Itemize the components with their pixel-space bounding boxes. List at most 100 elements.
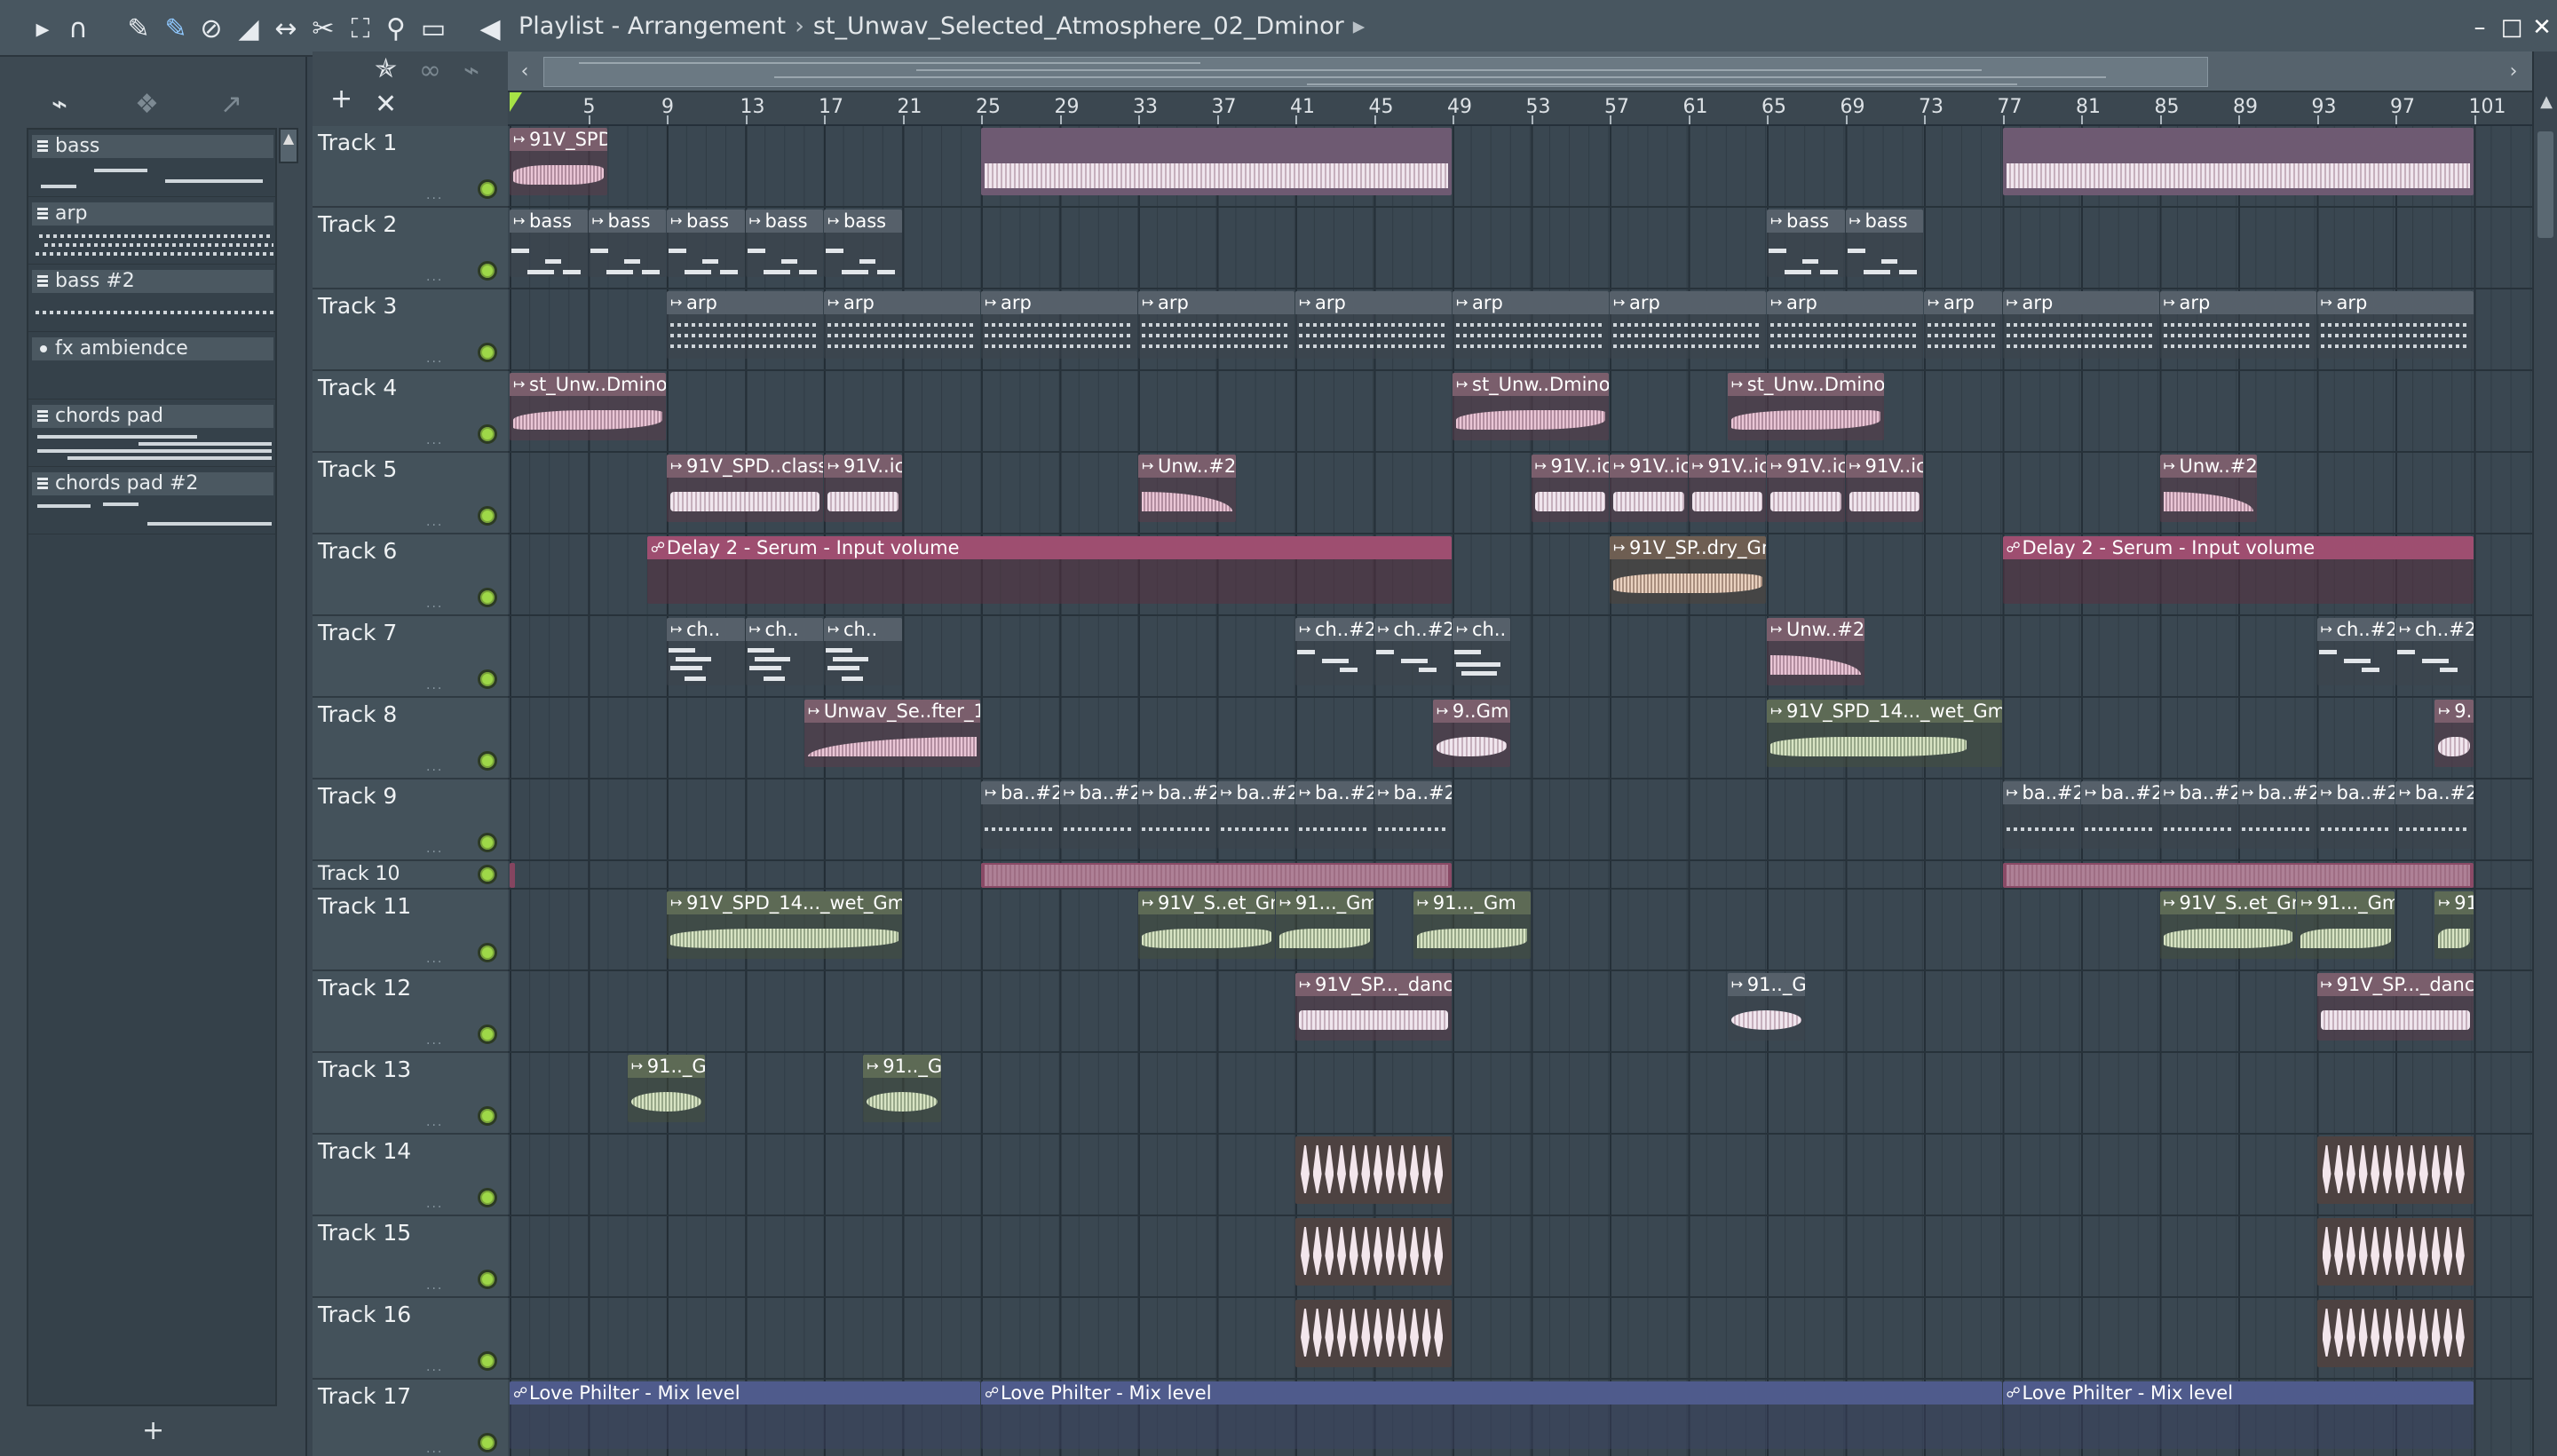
add-track-button[interactable]: +: [330, 83, 352, 115]
playlist-clip[interactable]: Unw..#2: [2159, 455, 2258, 522]
play-arrow-icon[interactable]: ▸: [27, 12, 59, 44]
drum-clip[interactable]: [1295, 1218, 1452, 1286]
track-header[interactable]: Track 5...: [313, 453, 508, 534]
track-mute-led[interactable]: [478, 261, 497, 281]
automation-clip[interactable]: Love Philter - Mix level: [981, 1381, 2002, 1449]
playlist-clip[interactable]: ch..#2: [2395, 618, 2474, 685]
paint-brush-icon[interactable]: ✎: [160, 12, 192, 44]
track-mute-led[interactable]: [478, 1188, 497, 1207]
playlist-clip[interactable]: 91V..ic: [1845, 455, 1923, 522]
playlist-clip[interactable]: ba..#2: [2081, 781, 2159, 849]
drum-clip[interactable]: [1295, 1300, 1452, 1367]
track-mute-led[interactable]: [478, 1106, 497, 1126]
link-icon[interactable]: ∞: [419, 55, 441, 86]
track-mute-led[interactable]: [478, 588, 497, 607]
track-header[interactable]: Track 15...: [313, 1216, 508, 1298]
playlist-clip[interactable]: 91.._G: [1727, 973, 1806, 1041]
playlist-clip[interactable]: ba..#2: [2395, 781, 2474, 849]
scroll-left-icon[interactable]: ‹: [511, 57, 538, 87]
drum-clip[interactable]: [2316, 1136, 2474, 1204]
track-mute-led[interactable]: [478, 669, 497, 689]
track-header[interactable]: Track 7...: [313, 616, 508, 698]
playlist-clip[interactable]: ch..: [745, 618, 823, 685]
scrollbar-thumb[interactable]: [2537, 131, 2553, 238]
playlist-clip[interactable]: arp: [1924, 291, 2002, 359]
playlist-clip[interactable]: bass: [824, 210, 902, 277]
delete-icon[interactable]: ⊘: [195, 12, 227, 44]
playlist-clip[interactable]: arp: [1610, 291, 1766, 359]
track-mute-led[interactable]: [478, 751, 497, 771]
magnet-icon[interactable]: ∩: [62, 12, 94, 44]
track-header[interactable]: Track 1...: [313, 126, 508, 208]
playlist-clip[interactable]: ba..#2: [981, 781, 1059, 849]
playlist-clip[interactable]: arp: [2316, 291, 2474, 359]
track-header[interactable]: Track 4...: [313, 371, 508, 453]
playlist-clip[interactable]: 91V..ic: [1767, 455, 1845, 522]
track-mute-led[interactable]: [478, 1270, 497, 1289]
playlist-clip[interactable]: ba..#2: [1138, 781, 1216, 849]
track-grip[interactable]: ...: [426, 1115, 443, 1129]
playlist-clip[interactable]: arp: [1295, 291, 1452, 359]
arrangement-grid[interactable]: 91V_SPD_..._wet_Gmbassbassbassbassbassba…: [508, 126, 2532, 1456]
scroll-up-icon[interactable]: ▲: [2537, 92, 2555, 111]
playlist-clip[interactable]: ch..: [667, 618, 745, 685]
drum-clip[interactable]: [2316, 1218, 2474, 1286]
playlist-clip[interactable]: 91V..ic: [1531, 455, 1609, 522]
playlist-clip[interactable]: arp: [1453, 291, 1609, 359]
track-header[interactable]: Track 8...: [313, 698, 508, 779]
playlist-clip[interactable]: bass: [667, 210, 745, 277]
playlist-clip[interactable]: 91V_SP..._dance: [2316, 973, 2474, 1041]
track-grip[interactable]: ...: [426, 270, 443, 284]
add-channel-button[interactable]: +: [142, 1415, 164, 1446]
zoom-icon[interactable]: ⚲: [380, 12, 412, 44]
marker-clip[interactable]: [510, 863, 515, 888]
playlist-clip[interactable]: ch..: [824, 618, 902, 685]
slice-icon[interactable]: ✂: [307, 12, 339, 44]
playback-icon[interactable]: ▭: [417, 12, 449, 44]
track-header[interactable]: Track 16...: [313, 1298, 508, 1380]
playlist-clip[interactable]: 91V..ic: [1688, 455, 1766, 522]
audio-clip[interactable]: [981, 863, 1452, 888]
playlist-clip[interactable]: st_Unw..Dminor: [1453, 373, 1609, 440]
audio-clip[interactable]: [2002, 128, 2474, 195]
track-grip[interactable]: ...: [426, 1278, 443, 1293]
track-mute-led[interactable]: [478, 833, 497, 852]
automation-clip[interactable]: Delay 2 - Serum - Input volume: [2002, 536, 2474, 604]
playlist-clip[interactable]: 91..._Gm: [2297, 891, 2395, 959]
track-header[interactable]: Track 10: [313, 861, 508, 890]
playlist-clip[interactable]: 91..._Gm: [1413, 891, 1531, 959]
playlist-clip[interactable]: 91.._G: [627, 1055, 706, 1122]
snap-icon[interactable]: ✯: [375, 53, 397, 84]
speaker-icon[interactable]: ◀: [474, 12, 506, 44]
track-header[interactable]: Track 11...: [313, 890, 508, 971]
piano-icon[interactable]: ⌁: [463, 55, 479, 86]
track-grip[interactable]: ...: [426, 952, 443, 966]
playlist-clip[interactable]: arp: [1767, 291, 1923, 359]
audio-clip-icon[interactable]: ❖: [135, 89, 170, 121]
playlist-clip[interactable]: arp: [667, 291, 823, 359]
automation-clip[interactable]: Love Philter - Mix level: [510, 1381, 980, 1449]
playlist-clip[interactable]: bass: [1767, 210, 1845, 277]
audio-clip[interactable]: [2002, 863, 2474, 888]
playlist-clip[interactable]: ba..#2: [1216, 781, 1294, 849]
track-header[interactable]: Track 14...: [313, 1135, 508, 1216]
playlist-clip[interactable]: 91V_S..et_Gm: [1138, 891, 1275, 959]
track-grip[interactable]: ...: [426, 1033, 443, 1048]
track-header[interactable]: Track 2...: [313, 208, 508, 289]
playlist-overview[interactable]: ‹ ›: [508, 51, 2532, 92]
track-grip[interactable]: ...: [426, 678, 443, 692]
select-icon[interactable]: ⛶: [344, 12, 376, 44]
playlist-clip[interactable]: Unw..#2: [1138, 455, 1236, 522]
list-item[interactable]: chords pad: [28, 400, 275, 467]
close-icon[interactable]: ✕: [375, 89, 397, 120]
track-mute-led[interactable]: [478, 1351, 497, 1371]
track-mute-led[interactable]: [478, 1025, 497, 1044]
playlist-clip[interactable]: arp: [2002, 291, 2159, 359]
drum-clip[interactable]: [1295, 1136, 1452, 1204]
playlist-clip[interactable]: ba..#2: [2159, 781, 2237, 849]
playlist-clip[interactable]: 91V_SPD_14..._wet_Gm (1): [1767, 700, 2002, 767]
scroll-right-icon[interactable]: ›: [2500, 57, 2527, 87]
playlist-clip[interactable]: 91V_SP..._dance: [1295, 973, 1452, 1041]
playlist-clip[interactable]: arp: [824, 291, 980, 359]
playlist-clip[interactable]: 91..Gm: [2434, 891, 2474, 959]
